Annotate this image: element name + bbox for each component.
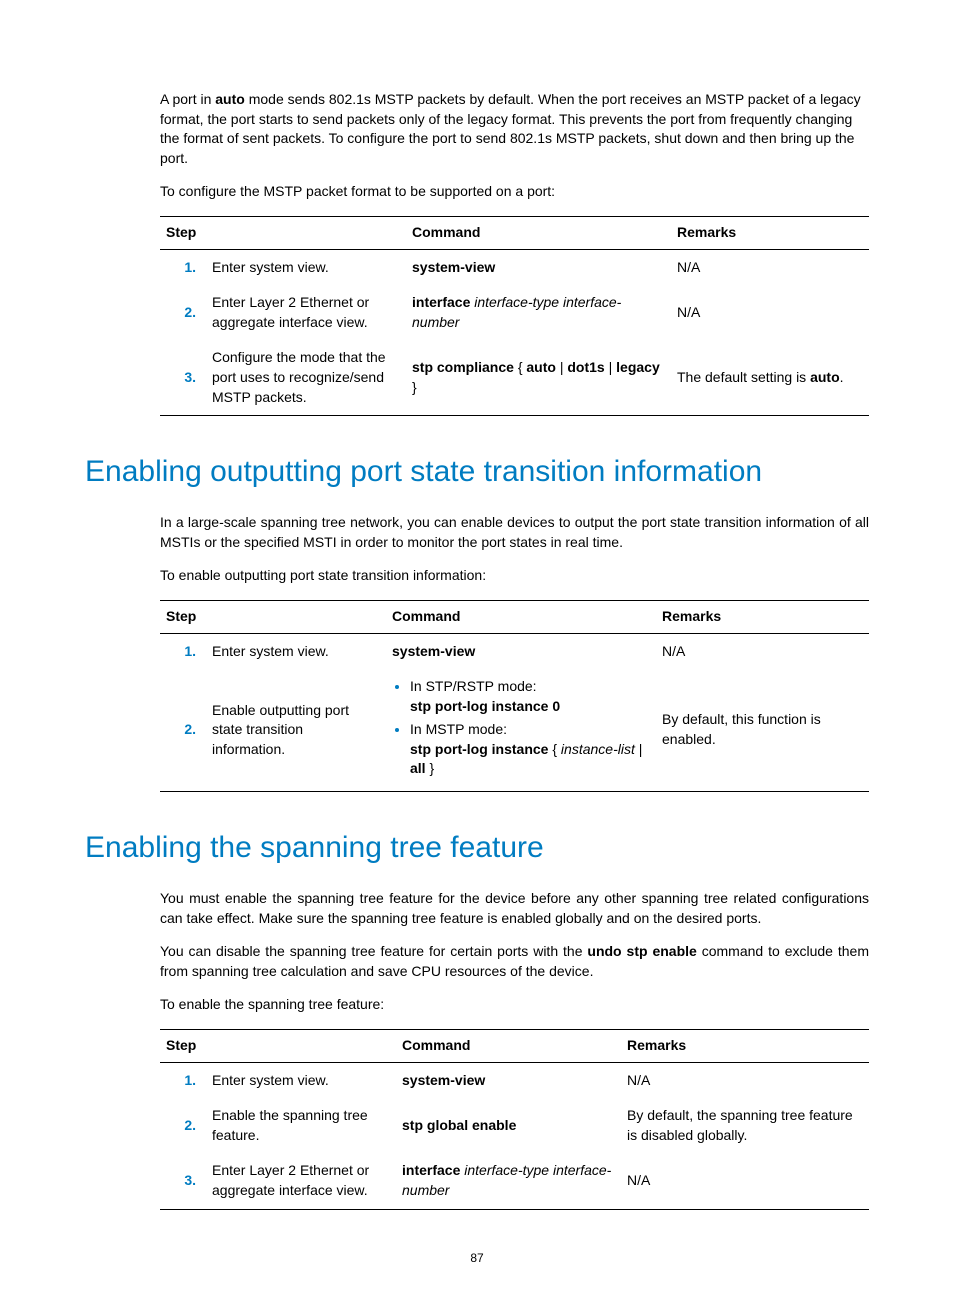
step-number: 1.: [160, 1062, 206, 1098]
table-row: 1. Enter system view. system-view N/A: [160, 1062, 869, 1098]
step-desc: Configure the mode that the port uses to…: [206, 340, 406, 415]
command-text: stp global enable: [396, 1098, 621, 1153]
section1-paragraph-1: In a large-scale spanning tree network, …: [160, 513, 869, 552]
step-number: 3.: [160, 1153, 206, 1209]
remarks-text: By default, the spanning tree feature is…: [621, 1098, 869, 1153]
table-row: 2. Enter Layer 2 Ethernet or aggregate i…: [160, 285, 869, 340]
command-text: system-view: [406, 249, 671, 285]
step-number: 2.: [160, 1098, 206, 1153]
bold: all: [410, 760, 426, 776]
step-desc: Enable outputting port state transition …: [206, 669, 386, 791]
table-row: 3. Enter Layer 2 Ethernet or aggregate i…: [160, 1153, 869, 1209]
table-header-row: Step Command Remarks: [160, 600, 869, 633]
step-desc: Enter system view.: [206, 249, 406, 285]
section2-paragraph-1: You must enable the spanning tree featur…: [160, 889, 869, 928]
command-text: stp compliance { auto | dot1s | legacy }: [406, 340, 671, 415]
step-number: 3.: [160, 340, 206, 415]
italic: instance-list: [561, 741, 635, 757]
table-header-row: Step Command Remarks: [160, 216, 869, 249]
config-table-2: Step Command Remarks 1. Enter system vie…: [160, 600, 869, 792]
config-table-3: Step Command Remarks 1. Enter system vie…: [160, 1029, 869, 1210]
step-desc: Enter system view.: [206, 633, 386, 669]
header-remarks: Remarks: [621, 1030, 869, 1063]
text: mode sends 802.1s MSTP packets by defaul…: [160, 91, 861, 166]
header-command: Command: [406, 216, 671, 249]
bold-text: auto: [215, 91, 245, 107]
header-remarks: Remarks: [656, 600, 869, 633]
bold: stp compliance: [412, 359, 518, 375]
config-table-1: Step Command Remarks 1. Enter system vie…: [160, 216, 869, 416]
command-text: interface interface-type interface-numbe…: [396, 1153, 621, 1209]
text: You can disable the spanning tree featur…: [160, 943, 587, 959]
list-item: In STP/RSTP mode: stp port-log instance 0: [410, 677, 650, 716]
text: .: [840, 369, 844, 385]
bold: dot1s: [567, 359, 604, 375]
bold: auto: [810, 369, 840, 385]
step-number: 2.: [160, 669, 206, 791]
bold: interface: [412, 294, 474, 310]
section2-paragraph-3: To enable the spanning tree feature:: [160, 995, 869, 1015]
command-text: system-view: [386, 633, 656, 669]
bold: auto: [526, 359, 556, 375]
header-command: Command: [396, 1030, 621, 1063]
step-number: 1.: [160, 249, 206, 285]
bold: stp port-log instance: [410, 741, 552, 757]
step-desc: Enter system view.: [206, 1062, 396, 1098]
section-heading-1: Enabling outputting port state transitio…: [85, 451, 869, 493]
table-header-row: Step Command Remarks: [160, 1030, 869, 1063]
step-desc: Enter Layer 2 Ethernet or aggregate inte…: [206, 1153, 396, 1209]
table-row: 2. Enable outputting port state transiti…: [160, 669, 869, 791]
command-text: system-view: [396, 1062, 621, 1098]
bold: legacy: [616, 359, 660, 375]
table-row: 2. Enable the spanning tree feature. stp…: [160, 1098, 869, 1153]
header-command: Command: [386, 600, 656, 633]
remarks-text: N/A: [621, 1062, 869, 1098]
text: }: [426, 760, 435, 776]
text: A port in: [160, 91, 215, 107]
step-desc: Enter Layer 2 Ethernet or aggregate inte…: [206, 285, 406, 340]
text: |: [605, 359, 616, 375]
intro-paragraph-1: A port in auto mode sends 802.1s MSTP pa…: [160, 90, 869, 168]
remarks-text: N/A: [671, 285, 869, 340]
table-row: 1. Enter system view. system-view N/A: [160, 633, 869, 669]
text: }: [412, 379, 417, 395]
text: The default setting is: [677, 369, 810, 385]
remarks-text: N/A: [671, 249, 869, 285]
bold: undo stp enable: [587, 943, 696, 959]
section2-paragraph-2: You can disable the spanning tree featur…: [160, 942, 869, 981]
intro-paragraph-2: To configure the MSTP packet format to b…: [160, 182, 869, 202]
page-number: 87: [85, 1250, 869, 1267]
section-heading-2: Enabling the spanning tree feature: [85, 827, 869, 869]
header-remarks: Remarks: [671, 216, 869, 249]
command-text: interface interface-type interface-numbe…: [406, 285, 671, 340]
remarks-text: N/A: [656, 633, 869, 669]
bold: interface: [402, 1162, 464, 1178]
header-step: Step: [160, 1030, 396, 1063]
remarks-text: N/A: [621, 1153, 869, 1209]
header-step: Step: [160, 216, 406, 249]
section1-paragraph-2: To enable outputting port state transiti…: [160, 566, 869, 586]
text: |: [556, 359, 567, 375]
table-row: 1. Enter system view. system-view N/A: [160, 249, 869, 285]
command-text: In STP/RSTP mode: stp port-log instance 0…: [386, 669, 656, 791]
remarks-text: The default setting is auto.: [671, 340, 869, 415]
text: |: [635, 741, 643, 757]
table-row: 3. Configure the mode that the port uses…: [160, 340, 869, 415]
text: {: [552, 741, 561, 757]
list-item: In MSTP mode: stp port-log instance { ins…: [410, 720, 650, 779]
bold: stp port-log instance 0: [410, 698, 560, 714]
remarks-text: By default, this function is enabled.: [656, 669, 869, 791]
header-step: Step: [160, 600, 386, 633]
step-number: 1.: [160, 633, 206, 669]
text: In STP/RSTP mode:: [410, 678, 537, 694]
text: In MSTP mode:: [410, 721, 507, 737]
step-number: 2.: [160, 285, 206, 340]
step-desc: Enable the spanning tree feature.: [206, 1098, 396, 1153]
